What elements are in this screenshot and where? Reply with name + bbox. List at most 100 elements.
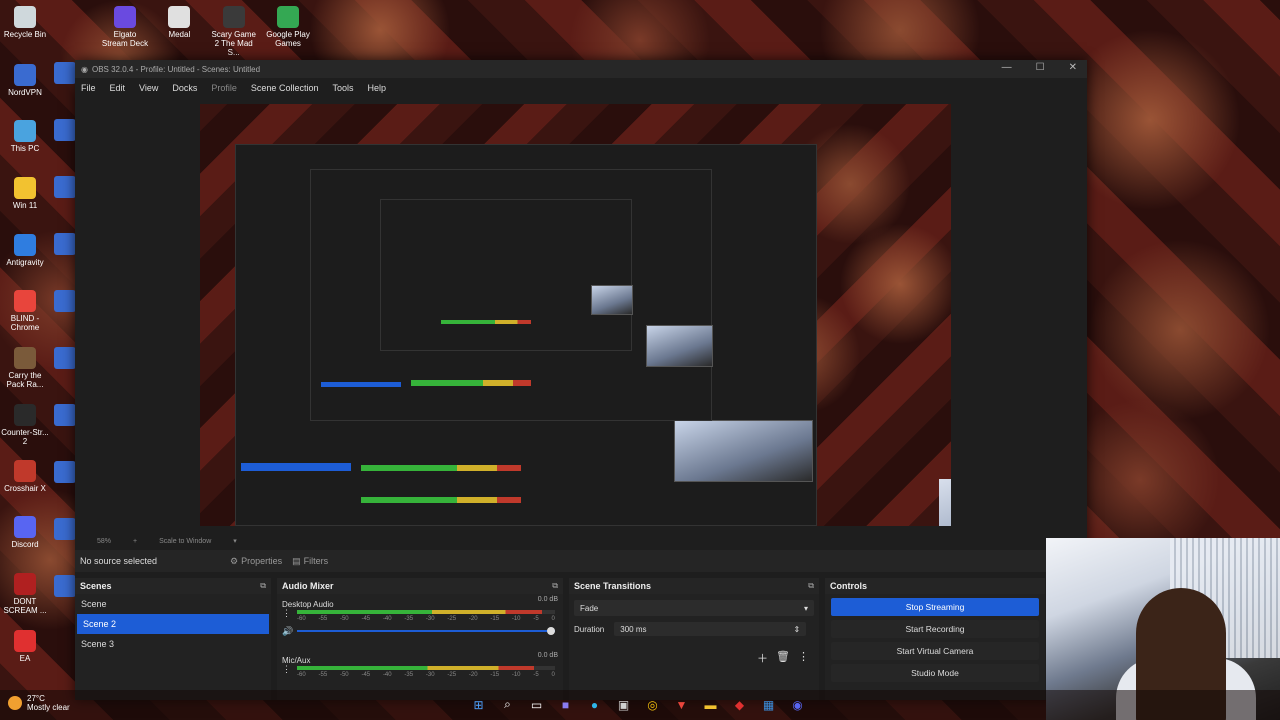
valorant-icon[interactable]: ▼: [671, 694, 692, 715]
meter-ticks: -60 -55 -50 -45 -40 -35 -30 -25 -20 -15 -10 -5 0: [297, 672, 555, 678]
audio-mixer-header: Audio Mixer ⧉: [277, 578, 563, 594]
chevron-down-icon[interactable]: ▾: [233, 537, 237, 545]
game-icon: [14, 573, 36, 595]
dock-float-icon[interactable]: ⧉: [260, 581, 266, 591]
more-options-icon[interactable]: ⋮: [282, 664, 291, 675]
store-icon[interactable]: ▣: [613, 694, 634, 715]
duration-input[interactable]: 300 ms ⇕: [614, 622, 807, 636]
preview-scale-bar: 58% + Scale to Window ▾: [75, 534, 1087, 548]
desktop-icon-stream-deck[interactable]: Elgato Stream Deck: [100, 6, 150, 48]
desktop-icon-scary-game[interactable]: Scary Game 2 The Mad S...: [209, 6, 259, 57]
search-icon[interactable]: ⌕: [497, 694, 518, 715]
desktop-icon-carry-the-pack[interactable]: Carry the Pack Ra...: [0, 347, 50, 389]
filters-button[interactable]: ▤ Filters: [292, 556, 328, 567]
transition-tools: ＋ 🗑 ⋮: [757, 650, 809, 666]
volume-slider[interactable]: [297, 627, 555, 635]
scene-item-selected[interactable]: Scene 2: [77, 614, 269, 634]
game-icon: [14, 347, 36, 369]
discord-icon[interactable]: ◉: [787, 694, 808, 715]
menu-scene-collection[interactable]: Scene Collection: [251, 83, 319, 93]
file-explorer-icon[interactable]: ▬: [700, 694, 721, 715]
volume-slider-knob[interactable]: [547, 627, 555, 635]
desktop-icon-nordvpn[interactable]: NordVPN: [0, 64, 50, 97]
temperature: 27°C: [27, 694, 45, 703]
zoom-level[interactable]: 58%: [97, 538, 111, 545]
chrome-icon[interactable]: ◎: [642, 694, 663, 715]
desktop-icon-google-play-games[interactable]: Google Play Games: [263, 6, 313, 48]
chevron-down-icon: ▾: [803, 603, 808, 613]
stop-streaming-button[interactable]: Stop Streaming: [831, 598, 1039, 616]
dock-float-icon[interactable]: ⧉: [808, 581, 814, 591]
desktop-icon-counter-strike[interactable]: Counter-Str... 2: [0, 404, 50, 446]
plus-icon[interactable]: +: [133, 538, 137, 545]
nested-webcam: [674, 420, 813, 482]
studio-mode-button[interactable]: Studio Mode: [831, 664, 1039, 682]
desktop-icon-recycle-bin[interactable]: Recycle Bin: [0, 6, 50, 39]
medal-icon: [168, 6, 191, 28]
desktop-icon-medal[interactable]: Medal: [154, 6, 204, 39]
desktop-icon-antigravity[interactable]: Antigravity: [0, 234, 50, 267]
nested-meter: [441, 320, 531, 324]
scale-mode[interactable]: Scale to Window: [159, 538, 211, 545]
menu-edit[interactable]: Edit: [110, 83, 126, 93]
app-icon: [54, 404, 76, 426]
scene-item[interactable]: Scene 3: [75, 634, 271, 654]
desktop-icon-blind-chrome[interactable]: BLIND - Chrome: [0, 290, 50, 332]
meter-tick-label: -45: [361, 672, 371, 678]
spinner-icon[interactable]: ⇕: [794, 625, 801, 634]
start-recording-button[interactable]: Start Recording: [831, 620, 1039, 638]
weather-condition: Mostly clear: [27, 703, 70, 712]
menu-tools[interactable]: Tools: [332, 83, 353, 93]
preview-canvas[interactable]: [200, 104, 951, 526]
mixer-track-desktop-audio: Desktop Audio 0.0 dB -60 -55 -50 -45 -40 -35-…: [277, 594, 563, 650]
meter-tick-label: -5: [533, 616, 539, 622]
obs-logo-icon: ◉: [81, 64, 88, 74]
edge-icon[interactable]: ●: [584, 694, 605, 715]
trash-icon[interactable]: 🗑: [776, 650, 790, 666]
desktop-icon-crosshair-x[interactable]: Crosshair X: [0, 460, 50, 493]
filter-icon: ▤: [292, 555, 301, 566]
window-title: OBS 32.0.4 - Profile: Untitled - Scenes:…: [91, 64, 261, 74]
app-icon[interactable]: ◆: [729, 694, 750, 715]
webcam-source: [939, 479, 951, 526]
dock-float-icon[interactable]: ⧉: [552, 581, 558, 591]
nested-obs-capture: [380, 199, 633, 351]
meter-tick-label: -20: [468, 616, 478, 622]
scene-item[interactable]: Scene: [75, 594, 271, 614]
scene-transitions-dock: Scene Transitions ⧉ Fade ▾ Duration 300 …: [569, 578, 819, 700]
desktop-icon-win11[interactable]: Win 11: [0, 177, 50, 210]
teams-icon[interactable]: ■: [555, 694, 576, 715]
add-icon[interactable]: ＋: [757, 650, 768, 666]
more-options-icon[interactable]: ⋮: [798, 650, 809, 666]
meter-tick-label: -40: [382, 672, 392, 678]
gear-icon: ⚙: [230, 555, 239, 566]
transition-select[interactable]: Fade ▾: [574, 600, 814, 616]
menu-profile[interactable]: Profile: [211, 83, 237, 93]
desktop-icon-discord[interactable]: Discord: [0, 516, 50, 549]
maximize-button[interactable]: ☐: [1036, 62, 1045, 73]
desktop-icon-ea[interactable]: EA: [0, 630, 50, 663]
menu-view[interactable]: View: [139, 83, 158, 93]
more-options-icon[interactable]: ⋮: [282, 608, 291, 619]
app-icon[interactable]: ▦: [758, 694, 779, 715]
meter-tick-label: 0: [551, 616, 555, 622]
windows-start-icon[interactable]: ⊞: [468, 694, 489, 715]
menu-help[interactable]: Help: [367, 83, 386, 93]
desktop-icon-dont-scream[interactable]: DONT SCREAM ...: [0, 573, 50, 615]
minimize-button[interactable]: —: [1002, 62, 1012, 73]
app-icon: [54, 119, 76, 141]
menu-file[interactable]: File: [81, 83, 96, 93]
desktop-icon-this-pc[interactable]: This PC: [0, 120, 50, 153]
meter-tick-label: -50: [339, 672, 349, 678]
app-icon: [54, 518, 76, 540]
speaker-icon[interactable]: 🔊: [282, 626, 293, 637]
start-virtual-camera-button[interactable]: Start Virtual Camera: [831, 642, 1039, 660]
volume-meter: [297, 610, 555, 614]
menu-docks[interactable]: Docks: [172, 83, 197, 93]
meter-tick-label: -25: [447, 616, 457, 622]
task-view-icon[interactable]: ▭: [526, 694, 547, 715]
weather-widget[interactable]: 27°C Mostly clear: [8, 694, 70, 712]
close-button[interactable]: ✕: [1069, 62, 1077, 73]
properties-button[interactable]: ⚙ Properties: [230, 556, 282, 567]
nested-meter: [411, 380, 531, 386]
